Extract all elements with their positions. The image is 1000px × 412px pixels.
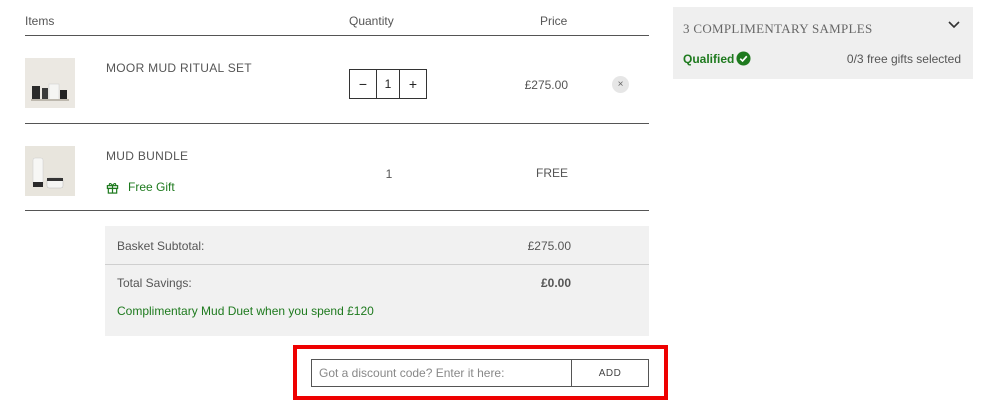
subtotal-value: £275.00 — [527, 239, 571, 253]
decrease-quantity-button[interactable]: − — [350, 70, 376, 98]
quantity-stepper: − 1 + — [349, 69, 427, 99]
remove-item-button[interactable]: × — [612, 76, 629, 93]
row-divider — [25, 123, 649, 124]
close-icon: × — [617, 79, 624, 90]
items-column-header: Items — [25, 14, 55, 28]
basket-summary: Basket Subtotal: £275.00 Total Savings: … — [105, 226, 649, 336]
quantity-value: 1 — [385, 167, 393, 181]
header-divider — [25, 35, 649, 36]
savings-value: £0.00 — [540, 276, 571, 290]
item-price: £275.00 — [524, 78, 568, 92]
savings-label: Total Savings: — [117, 276, 192, 290]
product-name[interactable]: MOOR MUD RITUAL SET — [106, 61, 252, 75]
subtotal-label: Basket Subtotal: — [117, 239, 205, 253]
free-gift-label: Free Gift — [128, 180, 175, 194]
product-image-mud-bundle[interactable] — [25, 146, 75, 196]
product-name[interactable]: MUD BUNDLE — [106, 149, 188, 163]
free-gift-badge: Free Gift — [106, 180, 175, 194]
gift-icon — [106, 182, 119, 194]
samples-title[interactable]: 3 COMPLIMENTARY SAMPLES — [683, 21, 873, 37]
discount-code-input[interactable] — [311, 359, 572, 387]
qualified-status: Qualified — [683, 51, 751, 66]
complimentary-samples-panel: 3 COMPLIMENTARY SAMPLES Qualified 0/3 fr… — [673, 7, 973, 79]
promo-message: Complimentary Mud Duet when you spend £1… — [117, 304, 374, 318]
increase-quantity-button[interactable]: + — [400, 70, 426, 98]
quantity-column-header: Quantity — [349, 14, 394, 28]
summary-divider — [105, 264, 649, 265]
gifts-selected-count: 0/3 free gifts selected — [846, 52, 961, 66]
qualified-label: Qualified — [683, 51, 735, 66]
add-discount-button[interactable]: ADD — [571, 359, 649, 387]
price-column-header: Price — [540, 14, 568, 28]
product-image-ritual-set[interactable] — [25, 58, 75, 108]
quantity-value[interactable]: 1 — [376, 70, 400, 98]
row-divider — [25, 210, 649, 211]
item-price: FREE — [535, 166, 568, 180]
check-circle-icon — [736, 51, 751, 66]
chevron-down-icon[interactable] — [947, 20, 961, 30]
